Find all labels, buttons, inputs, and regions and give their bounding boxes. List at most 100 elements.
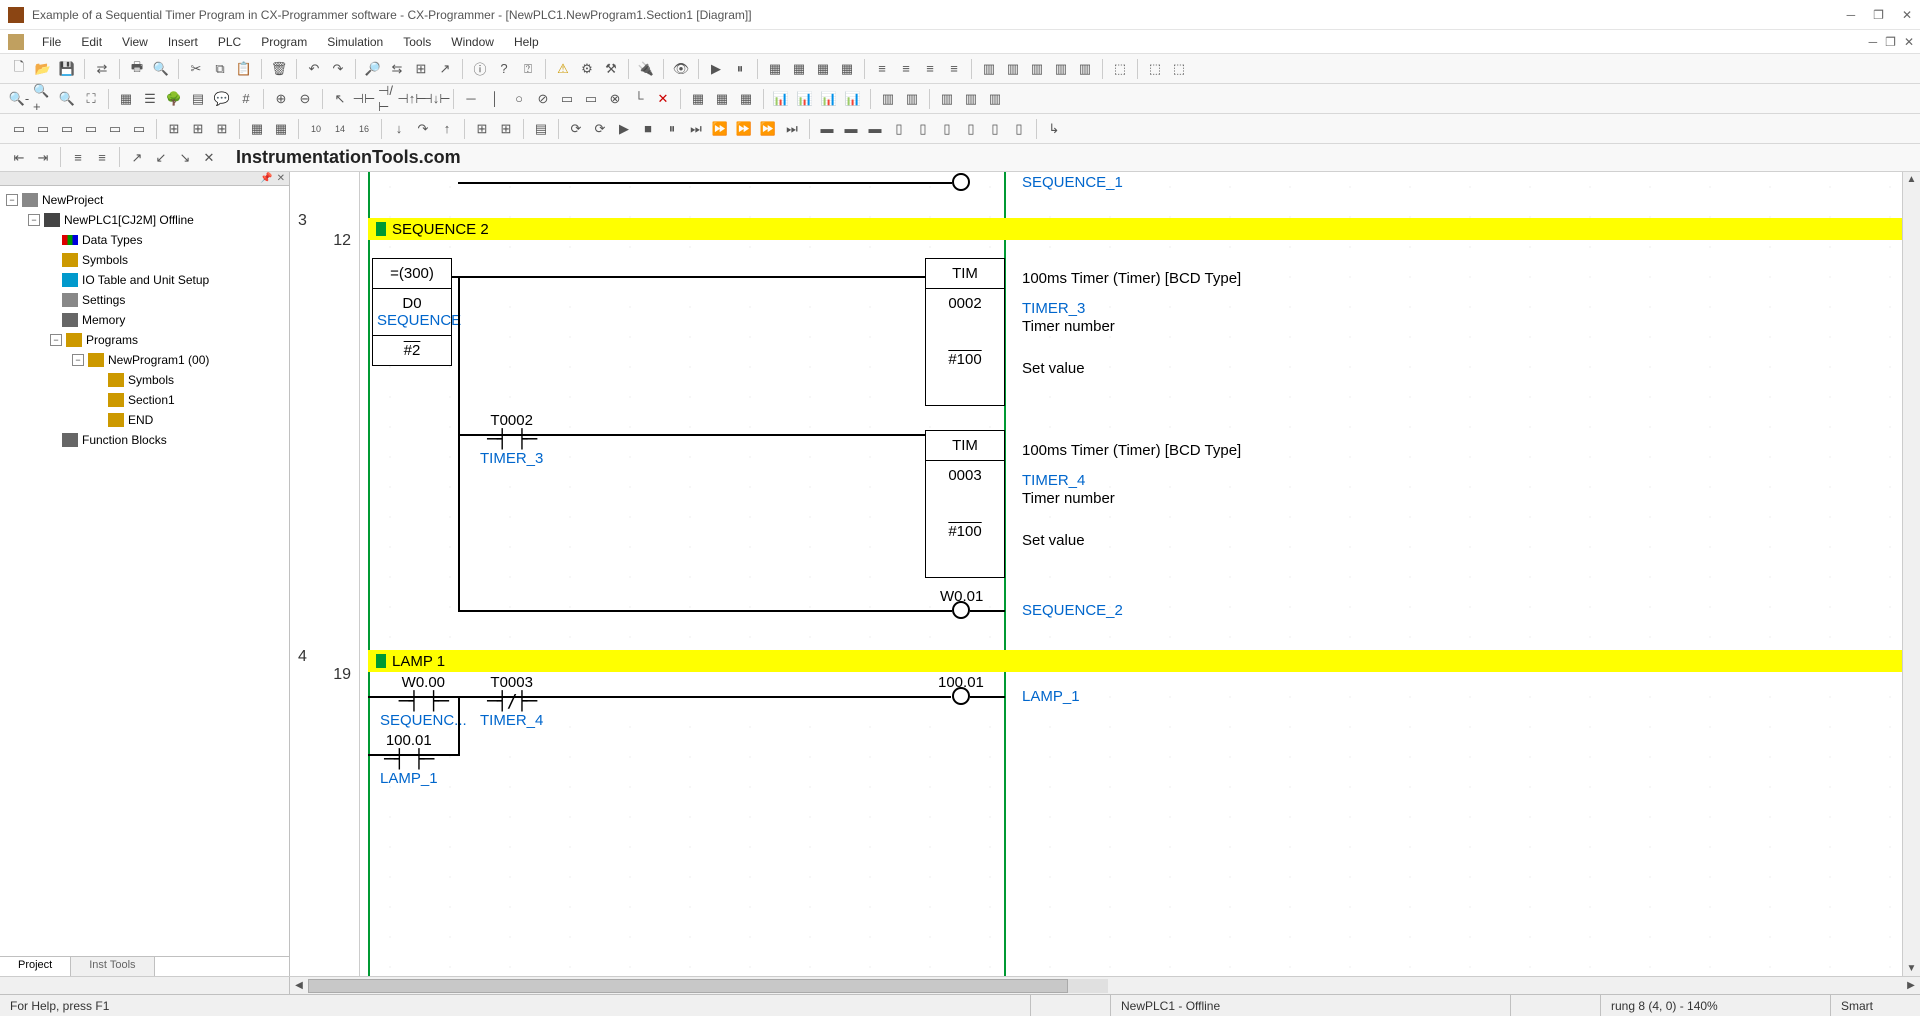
next-icon[interactable]: ⏭ [685,118,707,140]
menu-file[interactable]: File [32,32,71,52]
scroll-left-icon[interactable]: ◀ [290,980,308,991]
zoomout-icon[interactable]: 🔍- [8,88,30,110]
horizontal-scrollbar[interactable] [308,979,1108,993]
rung-header-seq2[interactable]: SEQUENCE 2 [368,218,1902,240]
trace1-icon[interactable]: 📊 [770,88,792,110]
delrung-icon[interactable]: ⊖ [294,88,316,110]
mem1-icon[interactable]: ▥ [877,88,899,110]
scroll-up-icon[interactable]: ▲ [1907,174,1917,185]
coil-nc-icon[interactable]: ⊘ [532,88,554,110]
view2-icon[interactable]: ▦ [788,58,810,80]
info-icon[interactable]: ⓘ [469,58,491,80]
arrow3-icon[interactable]: ↘ [174,147,196,169]
win3-icon[interactable]: ▭ [56,118,78,140]
list-icon[interactable]: ☰ [139,88,161,110]
replace-icon[interactable]: ⇆ [386,58,408,80]
cut-icon[interactable]: ✂ [185,58,207,80]
play1-icon[interactable]: ⟳ [565,118,587,140]
contact-n-icon[interactable]: ⊣↓⊢ [425,88,447,110]
menu-window[interactable]: Window [441,32,504,52]
cal1-icon[interactable]: ▦ [246,118,268,140]
save-icon[interactable]: 💾 [56,58,78,80]
tree-newprogram[interactable]: NewProgram1 (00) [108,353,209,367]
tree-toggle[interactable]: − [6,194,18,206]
section-icon[interactable]: ▤ [187,88,209,110]
view1-icon[interactable]: ▦ [764,58,786,80]
scroll-down-icon[interactable]: ▼ [1907,963,1917,974]
mdi-minimize-button[interactable]: ─ [1869,35,1878,49]
find-icon[interactable]: 🔎 [362,58,384,80]
project-tree[interactable]: − NewProject − NewPLC1[CJ2M] Offline Dat… [0,186,289,956]
col1-icon[interactable]: ▥ [978,58,1000,80]
tree-memory[interactable]: Memory [82,313,125,327]
align1-icon[interactable]: ▬ [816,118,838,140]
cursor-icon[interactable]: ↖ [329,88,351,110]
align2-icon[interactable]: ▬ [840,118,862,140]
zoomfit-icon[interactable]: ⛶ [80,88,102,110]
hline-icon[interactable]: ─ [460,88,482,110]
copy-icon[interactable]: ⧉ [209,58,231,80]
step-out-icon[interactable]: ↑ [436,118,458,140]
warn-icon[interactable]: ⚠ [552,58,574,80]
contact-nc-icon[interactable]: ⊣/⊢ [377,88,399,110]
rung1-icon[interactable]: ≡ [871,58,893,80]
scroll-right-icon[interactable]: ▶ [1902,980,1920,991]
arrow2-icon[interactable]: ↙ [150,147,172,169]
dbg1-icon[interactable]: ⊞ [471,118,493,140]
contact-10001[interactable]: 100.01 ─┤ ├─ LAMP_1 [380,732,438,787]
delete-icon[interactable]: 🗑 [268,58,290,80]
text-a-icon[interactable]: ≡ [67,147,89,169]
col2-icon[interactable]: ▥ [1002,58,1024,80]
ladder-canvas[interactable]: SEQUENCE_1 SEQUENCE 2 =(300) D0 SEQUENCE… [360,172,1902,976]
misc1-icon[interactable]: ⬚ [1109,58,1131,80]
win4-icon[interactable]: ▭ [80,118,102,140]
win1-icon[interactable]: ▭ [8,118,30,140]
tree-psymbols[interactable]: Symbols [128,373,174,387]
minimize-button[interactable]: ─ [1847,8,1856,22]
online-icon[interactable]: 🔌 [635,58,657,80]
menu-tools[interactable]: Tools [393,32,441,52]
menu-plc[interactable]: PLC [208,32,251,52]
contact-w000[interactable]: W0.00 ─┤ ├─ SEQUENC... [380,674,467,729]
align9-icon[interactable]: ▯ [1008,118,1030,140]
not-icon[interactable]: ⊗ [604,88,626,110]
mem4-icon[interactable]: ▥ [960,88,982,110]
grid-icon[interactable]: ▦ [115,88,137,110]
align5-icon[interactable]: ▯ [912,118,934,140]
newrung-icon[interactable]: ⊕ [270,88,292,110]
menu-insert[interactable]: Insert [158,32,208,52]
close-button[interactable]: ✕ [1902,8,1912,22]
step-in-icon[interactable]: ↓ [388,118,410,140]
menu-edit[interactable]: Edit [71,32,112,52]
trace3-icon[interactable]: 📊 [818,88,840,110]
step-over-icon[interactable]: ↷ [412,118,434,140]
run-icon[interactable]: ▶ [705,58,727,80]
sim3-icon[interactable]: ▦ [735,88,757,110]
delline-icon[interactable]: ✕ [652,88,674,110]
trace4-icon[interactable]: 📊 [842,88,864,110]
rung2-icon[interactable]: ≡ [895,58,917,80]
pause-icon[interactable]: ⏸ [729,58,751,80]
help-icon[interactable]: ? [493,58,515,80]
mem3-icon[interactable]: ▥ [936,88,958,110]
tree-iotable[interactable]: IO Table and Unit Setup [82,273,209,287]
coil-no-icon[interactable]: ○ [508,88,530,110]
end-icon[interactable]: ⏭ [781,118,803,140]
contact-no-icon[interactable]: ⊣⊢ [353,88,375,110]
open-icon[interactable]: 📂 [32,58,54,80]
tree-pin-icon[interactable]: 📌 [260,173,272,184]
win2-icon[interactable]: ▭ [32,118,54,140]
new-icon[interactable]: 🗋 [8,58,30,80]
misc2-icon[interactable]: ⬚ [1144,58,1166,80]
mem2-icon[interactable]: ▥ [901,88,923,110]
align8-icon[interactable]: ▯ [984,118,1006,140]
transfer-icon[interactable]: ⇄ [91,58,113,80]
tree-toggle[interactable]: − [50,334,62,346]
tim1-instruction[interactable]: TIM 0002 #100 [925,258,1005,406]
tree-fb[interactable]: Function Blocks [82,433,167,447]
tree-settings[interactable]: Settings [82,293,125,307]
menu-program[interactable]: Program [251,32,317,52]
comment-icon[interactable]: 💬 [211,88,233,110]
tree-symbols[interactable]: Symbols [82,253,128,267]
win5-icon[interactable]: ▭ [104,118,126,140]
